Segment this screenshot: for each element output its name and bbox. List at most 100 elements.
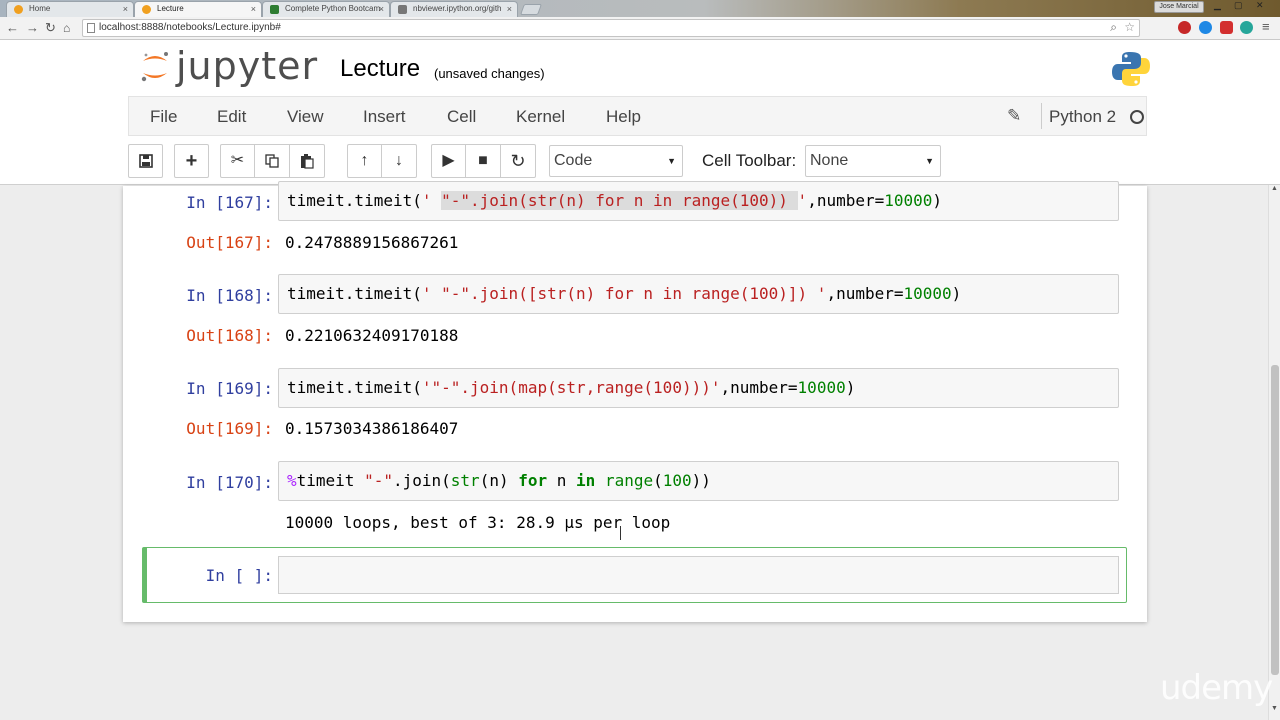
blue-extension-icon[interactable]: [1199, 21, 1212, 34]
move-down-button[interactable]: ↓: [382, 144, 417, 178]
restart-kernel-button[interactable]: ↻: [501, 144, 536, 178]
zoom-icon[interactable]: ⌕: [1110, 20, 1117, 35]
cell-type-select[interactable]: Code ▼: [549, 145, 683, 177]
forward-arrow-icon[interactable]: →: [26, 20, 39, 36]
input-prompt: In [169]:: [186, 379, 273, 398]
code-text: timeit.timeit(' "-".join(str(n) for n in…: [287, 191, 943, 210]
back-arrow-icon[interactable]: ←: [6, 20, 19, 36]
cell-output: 0.1573034386186407: [285, 419, 459, 438]
jupyter-favicon-icon: [14, 5, 23, 14]
restart-icon: ↻: [510, 151, 526, 171]
menu-cell[interactable]: Cell: [447, 107, 476, 127]
move-up-button[interactable]: ↑: [347, 144, 382, 178]
minimize-icon[interactable]: ▁: [1214, 0, 1221, 11]
scrollbar-thumb[interactable]: [1271, 365, 1279, 675]
page-favicon-icon: [398, 5, 407, 14]
python-logo-icon: [1112, 52, 1150, 86]
cell-output: 10000 loops, best of 3: 28.9 µs per loop: [285, 513, 671, 532]
kernel-name[interactable]: Python 2: [1049, 107, 1116, 127]
close-tab-icon[interactable]: ×: [251, 2, 256, 16]
input-prompt: In [170]:: [186, 473, 273, 492]
window-close-icon[interactable]: ✕: [1256, 0, 1264, 11]
input-prompt: In [168]:: [186, 286, 273, 305]
notebook-name[interactable]: Lecture: [340, 55, 420, 83]
input-prompt: In [ ]:: [205, 566, 273, 585]
output-prompt: Out[167]:: [186, 233, 273, 252]
menu-insert[interactable]: Insert: [363, 107, 406, 127]
save-status: (unsaved changes): [434, 66, 545, 81]
menu-bar: File Edit View Insert Cell Kernel Help ✎…: [128, 96, 1147, 136]
run-cell-button[interactable]: ▶: [431, 144, 466, 178]
scroll-up-arrow-icon[interactable]: ▲: [1271, 185, 1278, 192]
menu-view[interactable]: View: [287, 107, 324, 127]
cell-output: 0.2478889156867261: [285, 233, 459, 252]
close-tab-icon[interactable]: ×: [123, 2, 128, 16]
menu-kernel[interactable]: Kernel: [516, 107, 565, 127]
output-prompt: Out[169]:: [186, 419, 273, 438]
copy-button[interactable]: [255, 144, 290, 178]
jupyter-header: jupyter Lecture (unsaved changes) File E…: [0, 40, 1280, 185]
browser-user-label[interactable]: Jose Marcial: [1154, 1, 1204, 13]
paste-icon: [301, 154, 314, 169]
opera-extension-icon[interactable]: [1178, 21, 1191, 34]
code-text: timeit.timeit(' "-".join([str(n) for n i…: [287, 284, 962, 303]
browser-tab-home[interactable]: Home ×: [6, 1, 134, 17]
browser-tab-bootcamp[interactable]: Complete Python Bootcam ×: [262, 1, 390, 17]
insert-cell-button[interactable]: +: [174, 144, 209, 178]
jupyter-logo-icon: [141, 52, 168, 82]
notebook-toolbar: + ✂ ↑ ↓ ▶ ■ ↻ Code ▼ Cell Toolbar: None …: [128, 143, 1147, 179]
empty-code-input[interactable]: [278, 556, 1119, 594]
code-cell-input[interactable]: timeit.timeit('"-".join(map(str,range(10…: [278, 368, 1119, 408]
menu-edit[interactable]: Edit: [217, 107, 246, 127]
page-scrollbar[interactable]: ▲ ▼: [1268, 185, 1280, 720]
code-cell-input[interactable]: timeit.timeit(' "-".join(str(n) for n in…: [278, 181, 1119, 221]
save-icon: [138, 154, 153, 168]
menu-file[interactable]: File: [150, 107, 177, 127]
arrow-down-icon: ↓: [395, 152, 403, 169]
cell-toolbar-label: Cell Toolbar:: [702, 151, 797, 170]
jupyter-logo[interactable]: jupyter: [140, 44, 317, 88]
close-tab-icon[interactable]: ×: [507, 2, 512, 16]
page-icon: [87, 23, 95, 33]
interrupt-kernel-button[interactable]: ■: [466, 144, 501, 178]
scissors-icon: ✂: [230, 152, 245, 169]
notebook-container: In [167]: timeit.timeit(' "-".join(str(n…: [123, 181, 1147, 622]
cell-output: 0.2210632409170188: [285, 326, 459, 345]
save-button[interactable]: [128, 144, 163, 178]
green-extension-icon[interactable]: [1240, 21, 1253, 34]
new-tab-button[interactable]: [519, 4, 543, 15]
browser-tab-bar: Home × Lecture × Complete Python Bootcam…: [0, 0, 1280, 17]
home-icon[interactable]: ⌂: [63, 20, 70, 36]
code-cell-input[interactable]: timeit.timeit(' "-".join([str(n) for n i…: [278, 274, 1119, 314]
kernel-idle-indicator-icon: [1130, 110, 1144, 124]
play-icon: ▶: [442, 152, 455, 169]
close-tab-icon[interactable]: ×: [379, 2, 384, 16]
maximize-icon[interactable]: ▢: [1234, 0, 1243, 11]
output-prompt: Out[168]:: [186, 326, 273, 345]
menu-help[interactable]: Help: [606, 107, 641, 127]
browser-tab-lecture[interactable]: Lecture ×: [134, 1, 262, 17]
code-text: timeit.timeit('"-".join(map(str,range(10…: [287, 378, 856, 397]
stop-icon: ■: [478, 152, 488, 169]
select-caret-icon: ▼: [925, 156, 934, 166]
code-cell-input[interactable]: %timeit "-".join(str(n) for n in range(1…: [278, 461, 1119, 501]
reload-icon[interactable]: ↻: [45, 20, 56, 36]
jupyter-favicon-icon: [142, 5, 151, 14]
code-text: %timeit "-".join(str(n) for n in range(1…: [287, 471, 711, 490]
mouse-cursor: [620, 526, 621, 540]
bookmark-star-icon[interactable]: ☆: [1124, 20, 1135, 34]
udemy-watermark: udemy: [1160, 668, 1273, 708]
copy-icon: [265, 154, 279, 168]
paste-button[interactable]: [290, 144, 325, 178]
menu-divider: [1041, 103, 1042, 129]
adblock-icon[interactable]: [1220, 21, 1233, 34]
browser-tab-nbviewer[interactable]: nbviewer.ipython.org/gith ×: [390, 1, 518, 17]
browser-address-bar: ← → ↻ ⌂ localhost:8888/notebooks/Lecture…: [0, 17, 1280, 40]
udemy-favicon-icon: [270, 5, 279, 14]
url-field[interactable]: localhost:8888/notebooks/Lecture.ipynb# …: [82, 19, 1140, 37]
arrow-up-icon: ↑: [360, 152, 369, 169]
cell-toolbar-select[interactable]: None ▼: [805, 145, 941, 177]
cut-button[interactable]: ✂: [220, 144, 255, 178]
edit-mode-pencil-icon: ✎: [1007, 106, 1022, 125]
browser-menu-icon[interactable]: ≡: [1262, 19, 1270, 35]
